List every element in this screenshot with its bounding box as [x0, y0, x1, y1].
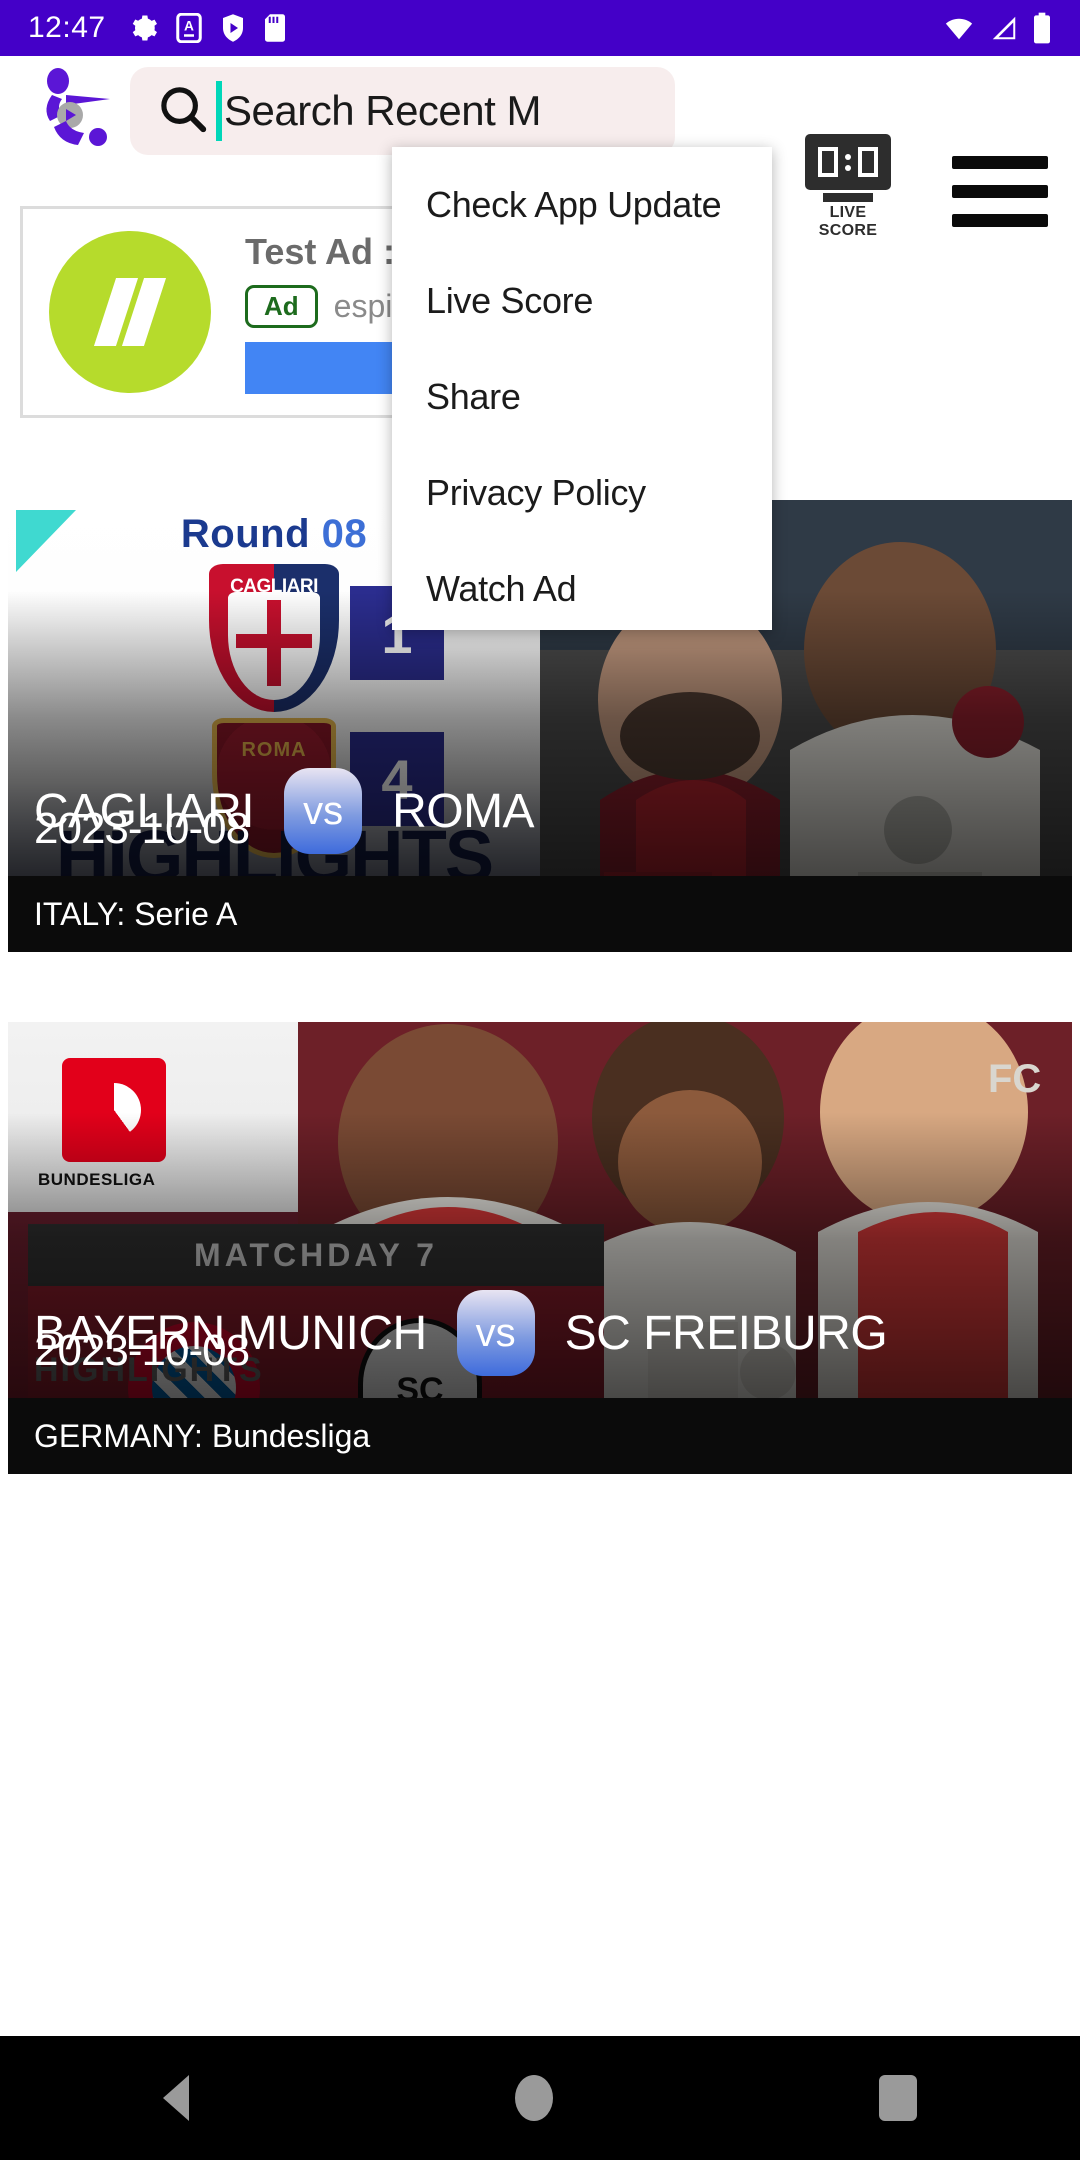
wifi-icon: [945, 18, 973, 40]
menu-item-privacy-policy[interactable]: Privacy Policy: [392, 445, 772, 541]
scoreboard-icon: [805, 134, 891, 190]
menu-item-share[interactable]: Share: [392, 349, 772, 445]
hamburger-menu-icon[interactable]: [952, 156, 1048, 227]
ad-badge: Ad: [245, 284, 318, 328]
live-score-button[interactable]: LIVE SCORE: [800, 134, 896, 240]
search-placeholder: Search Recent M: [224, 87, 541, 134]
status-bar-system-icons: [942, 12, 1052, 44]
away-team-name: SC FREIBURG: [564, 1306, 888, 1360]
match-league: ITALY: Serie A: [8, 876, 1072, 952]
match-league: GERMANY: Bundesliga: [8, 1398, 1072, 1474]
menu-item-check-app-update[interactable]: Check App Update: [392, 157, 772, 253]
chevron-double-right-icon: [49, 231, 211, 393]
menu-item-live-score[interactable]: Live Score: [392, 253, 772, 349]
search-icon: [156, 82, 210, 141]
match-card-bayern-freiburg[interactable]: FC BUNDESLIGA MATCHDAY 7 SC HIGHLIGHTS B…: [8, 1022, 1072, 1474]
back-button[interactable]: [163, 2075, 189, 2121]
home-button[interactable]: [515, 2075, 553, 2121]
match-date: 2023-10-08: [34, 1326, 250, 1375]
svg-text:A: A: [184, 19, 194, 34]
match-thumbnail: FC BUNDESLIGA MATCHDAY 7 SC HIGHLIGHTS B…: [8, 1022, 1072, 1474]
sd-card-icon: [264, 14, 285, 42]
search-input[interactable]: Search Recent M: [130, 67, 675, 155]
recents-button[interactable]: [879, 2075, 917, 2121]
play-badge-icon: [222, 14, 243, 42]
vs-badge: vs: [456, 1290, 535, 1376]
battery-icon: [1034, 12, 1050, 44]
live-score-label: LIVE SCORE: [818, 204, 878, 239]
app-notification-icon: A: [175, 13, 202, 43]
scoreboard-stand: [823, 193, 873, 202]
menu-item-watch-ad[interactable]: Watch Ad: [392, 541, 772, 637]
away-team-name: ROMA: [392, 784, 535, 838]
signal-icon: [992, 16, 1016, 40]
text-cursor: [216, 81, 222, 141]
status-bar-clock: 12:47: [28, 11, 106, 44]
status-bar-notification-icons: A: [128, 13, 286, 43]
status-bar: 12:47 A: [0, 0, 1080, 56]
system-navigation-bar: [0, 2036, 1080, 2160]
settings-icon: [132, 15, 157, 41]
football-app-logo[interactable]: [32, 65, 118, 157]
vs-badge: vs: [284, 768, 363, 854]
match-date: 2023-10-08: [34, 804, 250, 853]
overflow-menu[interactable]: Check App Update Live Score Share Privac…: [392, 147, 772, 630]
